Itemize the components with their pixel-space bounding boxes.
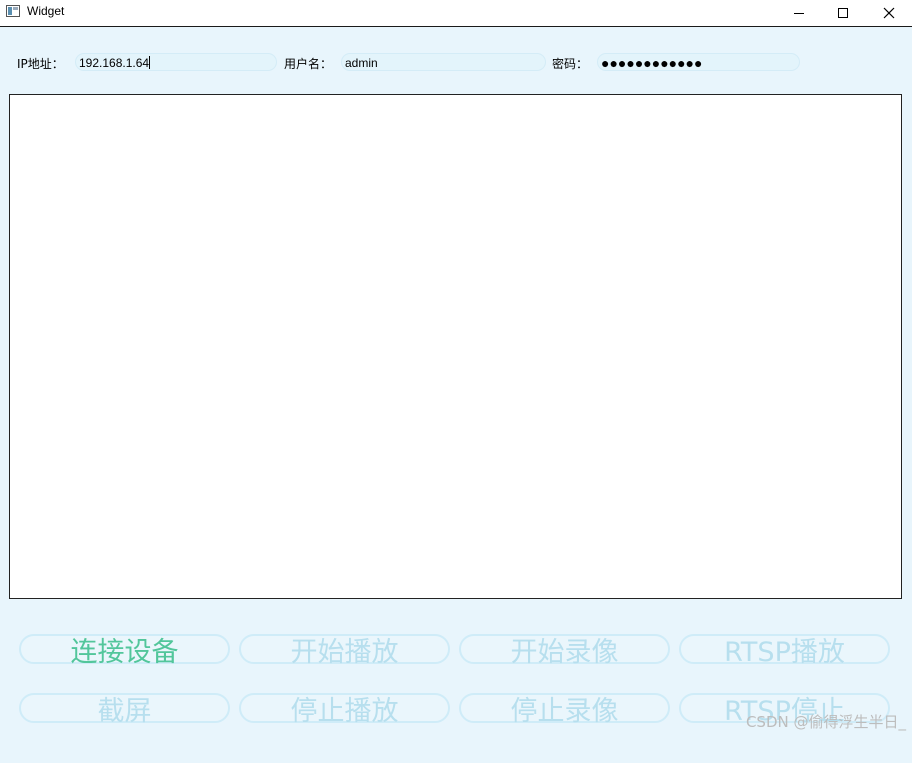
- password-value: ●●●●●●●●●●●●: [601, 55, 703, 71]
- rtsp-play-button[interactable]: RTSP播放: [679, 634, 890, 668]
- stop-play-button[interactable]: 停止播放: [239, 693, 450, 727]
- main-panel: IP地址： 192.168.1.64 用户名： admin 密码： ●●●●●●…: [0, 27, 912, 763]
- password-label: 密码：: [552, 57, 589, 71]
- stop-record-button[interactable]: 停止录像: [459, 693, 670, 727]
- username-value: admin: [345, 56, 378, 70]
- close-button[interactable]: [866, 0, 912, 26]
- password-input[interactable]: ●●●●●●●●●●●●: [597, 53, 800, 71]
- ip-input[interactable]: 192.168.1.64: [75, 53, 277, 71]
- maximize-icon: [838, 8, 848, 18]
- username-input[interactable]: admin: [341, 53, 546, 71]
- watermark: CSDN @偷得浮生半日_: [745, 713, 906, 731]
- title-bar: Widget: [0, 0, 912, 27]
- minimize-button[interactable]: [776, 0, 822, 26]
- start-record-button[interactable]: 开始录像: [459, 634, 670, 668]
- maximize-button[interactable]: [820, 0, 866, 26]
- screenshot-button[interactable]: 截屏: [19, 693, 230, 727]
- ip-label: IP地址：: [17, 57, 64, 71]
- start-play-button[interactable]: 开始播放: [239, 634, 450, 668]
- app-icon: [6, 5, 20, 17]
- text-caret: [149, 56, 151, 69]
- window-title: Widget: [27, 4, 65, 18]
- minimize-icon: [794, 13, 804, 14]
- connect-device-button[interactable]: 连接设备: [19, 634, 230, 668]
- video-display-area: [9, 94, 902, 599]
- ip-value: 192.168.1.64: [79, 56, 150, 70]
- close-icon: [883, 7, 895, 19]
- username-label: 用户名：: [284, 57, 333, 71]
